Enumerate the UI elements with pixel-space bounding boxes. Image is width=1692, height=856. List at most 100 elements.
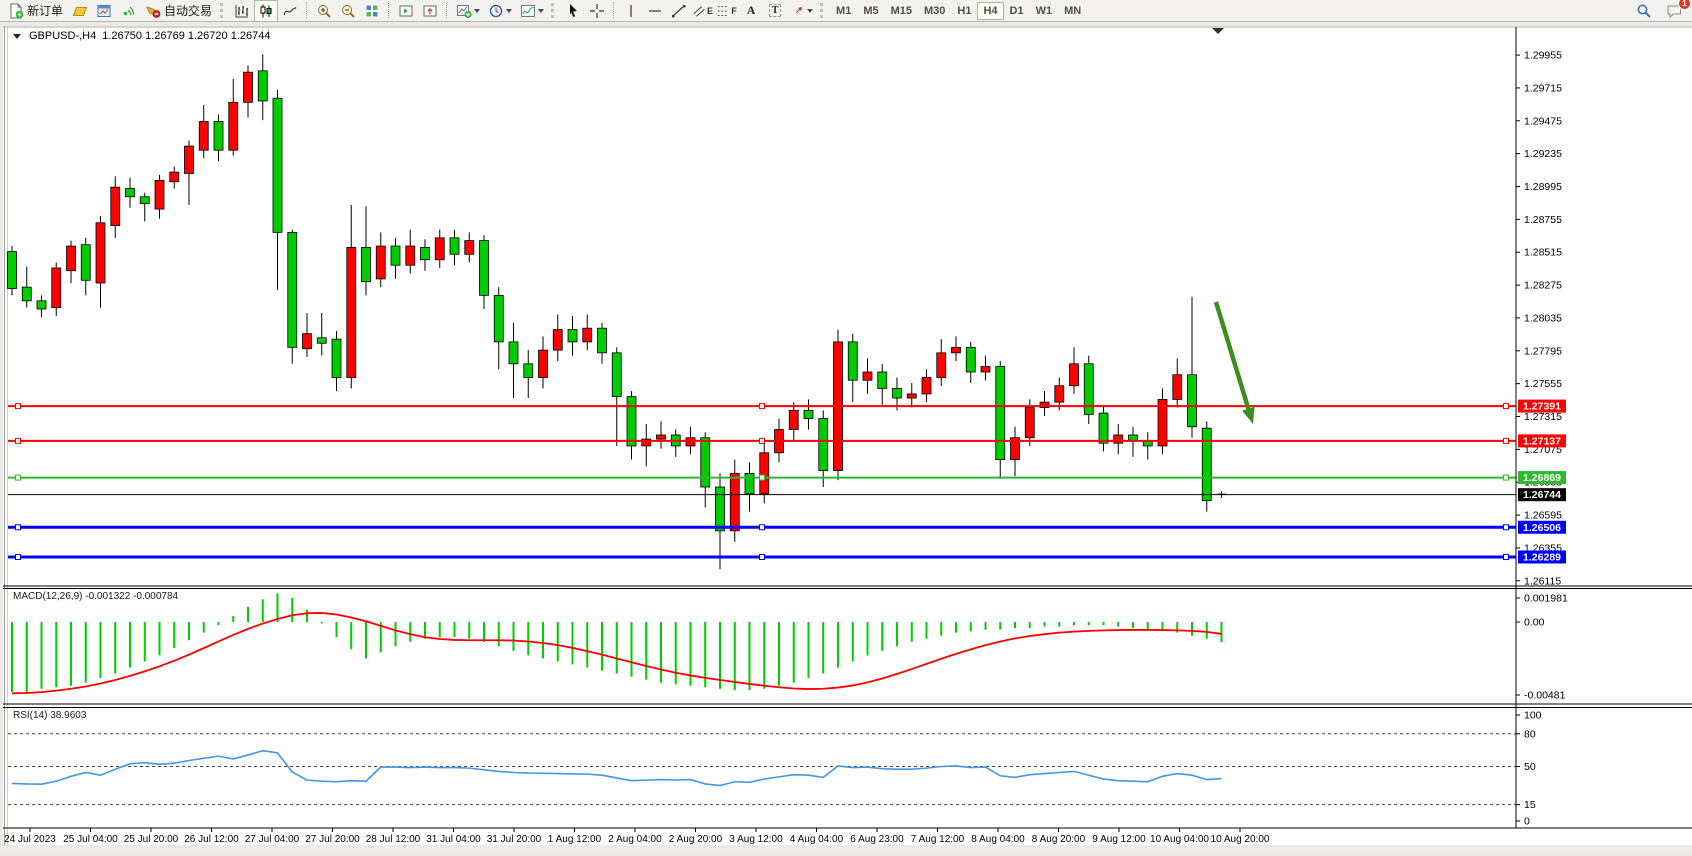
- hline-handle[interactable]: [760, 525, 765, 530]
- time-tick-label: 31 Jul 20:00: [487, 834, 542, 845]
- channel-icon: [693, 4, 707, 18]
- zoom-in-button[interactable]: [312, 0, 336, 22]
- candlestick-icon: [258, 3, 274, 19]
- chart-ohlc-values: 1.26750 1.26769 1.26720 1.26744: [102, 30, 270, 42]
- time-tick-label: 2 Aug 04:00: [608, 834, 662, 845]
- new-order-button[interactable]: 新订单: [3, 1, 68, 21]
- rsi-tick-label: 50: [1524, 761, 1536, 773]
- macd-panel-surface[interactable]: [8, 588, 1516, 704]
- hline-price-label: 1.26289: [1523, 551, 1561, 563]
- timeframe-button-M5[interactable]: M5: [857, 2, 884, 20]
- toolbar-separator: [613, 3, 615, 18]
- timeframe-button-W1[interactable]: W1: [1030, 2, 1059, 20]
- price-tick-label: 1.28995: [1524, 181, 1562, 193]
- hline-handle[interactable]: [1504, 438, 1509, 443]
- hline-handle[interactable]: [760, 438, 765, 443]
- timeframe-button-MN[interactable]: MN: [1058, 2, 1087, 20]
- channel-glyph: E: [707, 6, 713, 16]
- timeframe-button-M15[interactable]: M15: [885, 2, 918, 20]
- hline-handle[interactable]: [1504, 525, 1509, 530]
- cursor-tool-button[interactable]: [561, 0, 585, 22]
- chart-shift-icon: [422, 3, 438, 19]
- time-tick-label: 27 Jul 04:00: [245, 834, 300, 845]
- channel-tool-button[interactable]: E: [691, 0, 715, 22]
- price-tick-label: 1.27315: [1524, 411, 1562, 423]
- price-tick-label: 1.28035: [1524, 312, 1562, 324]
- profiles-button[interactable]: [68, 0, 92, 22]
- signals-button[interactable]: [116, 0, 140, 22]
- timeframe-button-M1[interactable]: M1: [830, 2, 857, 20]
- timeframe-button-M30[interactable]: M30: [918, 2, 951, 20]
- horizontal-line-tool-button[interactable]: [643, 0, 667, 22]
- chat-button[interactable]: 1: [1662, 0, 1686, 22]
- price-tick-label: 1.26595: [1524, 510, 1562, 522]
- hline-handle[interactable]: [1504, 554, 1509, 559]
- hline-handle[interactable]: [16, 525, 21, 530]
- status-strip: [0, 845, 1692, 851]
- hline-handle[interactable]: [16, 554, 21, 559]
- rsi-panel-surface[interactable]: [8, 707, 1516, 828]
- text-tool-button[interactable]: A: [739, 0, 763, 22]
- trendline-tool-button[interactable]: [667, 0, 691, 22]
- toolbar-separator: [446, 3, 448, 18]
- text-label-tool-button[interactable]: T: [763, 0, 787, 22]
- chevron-down-icon: [807, 9, 813, 13]
- chart-symbol-dropdown-icon[interactable]: [13, 34, 21, 39]
- hline-handle[interactable]: [16, 475, 21, 480]
- fibonacci-icon: [717, 4, 731, 18]
- macd-tick-label: 0.00: [1524, 617, 1545, 629]
- timeframe-button-H1[interactable]: H1: [951, 2, 977, 20]
- rsi-tick-label: 100: [1524, 710, 1542, 722]
- timeframe-button-H4[interactable]: H4: [977, 2, 1003, 20]
- vertical-line-tool-button[interactable]: [619, 0, 643, 22]
- toolbar-separator: [306, 3, 308, 18]
- signals-icon: [120, 3, 136, 19]
- hline-handle[interactable]: [1504, 475, 1509, 480]
- candlestick-mode-button[interactable]: [254, 0, 278, 22]
- price-tick-label: 1.28275: [1524, 280, 1562, 292]
- tile-windows-button[interactable]: [360, 0, 384, 22]
- chevron-down-icon: [506, 9, 512, 13]
- search-button[interactable]: [1632, 0, 1656, 22]
- hline-handle[interactable]: [16, 438, 21, 443]
- toolbar-right-tools: 1: [1632, 0, 1686, 22]
- price-tick-label: 1.28515: [1524, 247, 1562, 259]
- timeframe-button-D1[interactable]: D1: [1004, 2, 1030, 20]
- auto-trading-button[interactable]: 自动交易: [140, 1, 217, 21]
- arrows-tool-button[interactable]: [787, 0, 817, 22]
- crosshair-tool-button[interactable]: [585, 0, 609, 22]
- macd-tick-label: 0.001981: [1524, 593, 1568, 605]
- indicators-button[interactable]: [452, 0, 484, 22]
- hline-handle[interactable]: [760, 475, 765, 480]
- time-tick-label: 3 Aug 12:00: [729, 834, 783, 845]
- toolbar-gripper: [220, 3, 227, 18]
- auto-trading-label: 自动交易: [164, 2, 212, 19]
- market-watch-button[interactable]: [92, 0, 116, 22]
- price-tick-label: 1.29715: [1524, 82, 1562, 94]
- hline-handle[interactable]: [760, 554, 765, 559]
- horizontal-line-icon: [647, 3, 663, 19]
- fibonacci-glyph: F: [731, 6, 737, 16]
- chat-badge: 1: [1678, 0, 1691, 10]
- hline-handle[interactable]: [16, 404, 21, 409]
- chart-shift-button[interactable]: [418, 0, 442, 22]
- chart-canvas: 1.299551.297151.294751.292351.289951.287…: [0, 0, 1692, 851]
- toolbar-gripper: [820, 3, 827, 18]
- zoom-out-button[interactable]: [336, 0, 360, 22]
- periods-button[interactable]: [484, 0, 516, 22]
- scroll-to-end-button[interactable]: [394, 0, 418, 22]
- time-tick-label: 25 Jul 04:00: [63, 834, 118, 845]
- price-tick-label: 1.27555: [1524, 378, 1562, 390]
- hline-handle[interactable]: [760, 404, 765, 409]
- trendline-icon: [671, 3, 687, 19]
- new-order-icon: [8, 3, 24, 19]
- arrow-tool-icon: [791, 4, 805, 18]
- templates-button[interactable]: [516, 0, 548, 22]
- time-tick-label: 4 Aug 04:00: [790, 834, 844, 845]
- zoom-in-icon: [316, 3, 332, 19]
- line-chart-mode-button[interactable]: [278, 0, 302, 22]
- bar-chart-mode-button[interactable]: [230, 0, 254, 22]
- hline-handle[interactable]: [1504, 404, 1509, 409]
- auto-trading-icon: [145, 3, 161, 19]
- fibonacci-tool-button[interactable]: F: [715, 0, 739, 22]
